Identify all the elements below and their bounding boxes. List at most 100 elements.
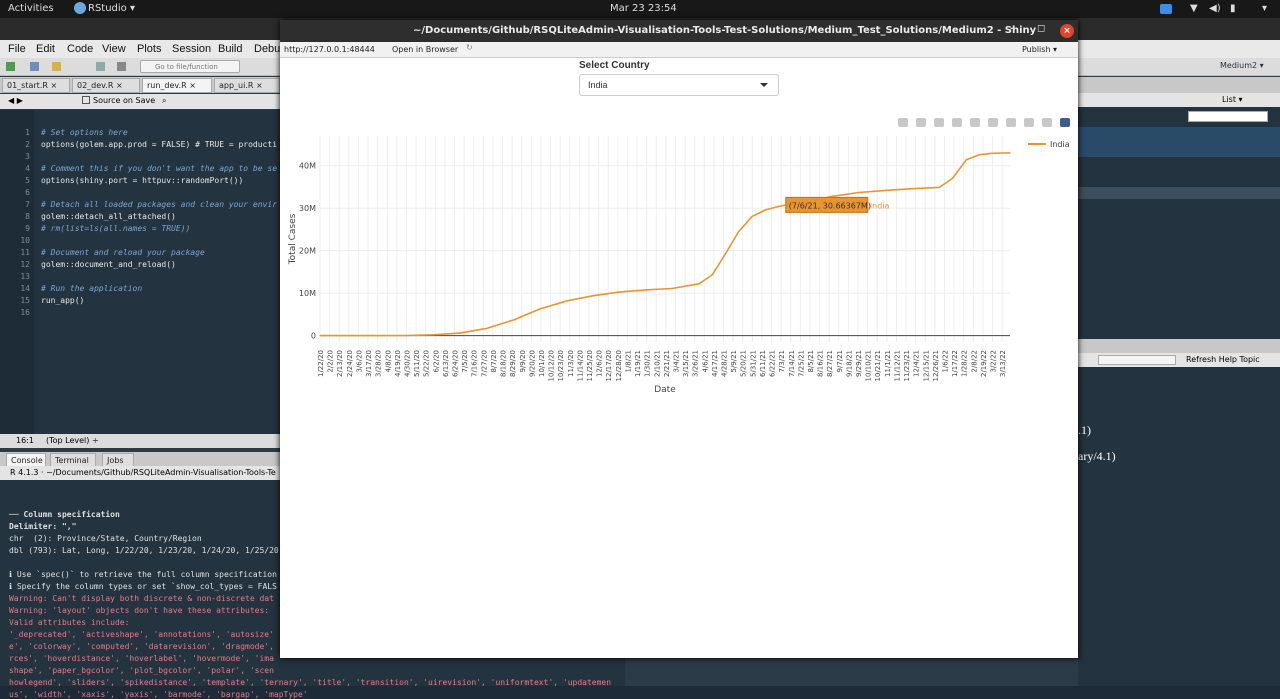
close-icon[interactable]: ×: [1060, 24, 1074, 38]
console-line: us', 'width', 'xaxis', 'yaxis', 'barmode…: [9, 690, 308, 699]
code-line[interactable]: options(shiny.port = httpuv::randomPort(…: [41, 176, 243, 185]
spike-lines-icon[interactable]: [1024, 118, 1034, 127]
help-search-input[interactable]: [1098, 355, 1176, 365]
code-editor[interactable]: 1 # Set options here 2 options(golem.app.pr…: [0, 110, 280, 434]
x-tick-label: 11/14/20: [576, 350, 584, 381]
app-menu[interactable]: RStudio ▾: [88, 3, 135, 14]
scope-selector[interactable]: (Top Level) ÷: [46, 436, 99, 445]
menu-edit[interactable]: Edit: [36, 43, 55, 55]
console-line: chr (2): Province/State, Country/Region: [9, 534, 202, 543]
x-tick-label: 5/11/20: [413, 350, 421, 377]
environment-toolbar: List ▾: [1078, 93, 1280, 107]
x-tick-label: 9/7/21: [836, 350, 844, 373]
new-file-icon[interactable]: [6, 62, 15, 71]
zoom-icon[interactable]: [916, 118, 926, 127]
code-line[interactable]: # Run the application: [41, 284, 142, 293]
refresh-help-button[interactable]: Refresh Help Topic: [1186, 355, 1260, 364]
volume-icon[interactable]: ◀): [1209, 3, 1221, 14]
country-select-label: Select Country: [579, 60, 650, 71]
code-line[interactable]: # Comment this if you don't want the app…: [41, 164, 277, 173]
print-icon[interactable]: [117, 62, 126, 71]
code-line[interactable]: run_app(): [41, 296, 84, 305]
dropbox-icon[interactable]: [1160, 4, 1172, 14]
data-point: [698, 283, 700, 285]
x-tick-label: 12/4/21: [913, 350, 921, 377]
data-point: [1001, 152, 1003, 154]
menu-plots[interactable]: Plots: [137, 43, 161, 55]
menu-build[interactable]: Build: [218, 43, 242, 55]
camera-icon[interactable]: [898, 118, 908, 127]
battery-icon[interactable]: ▮: [1230, 3, 1236, 14]
menu-session[interactable]: Session: [172, 43, 211, 55]
menu-code[interactable]: Code: [67, 43, 93, 55]
minimize-icon[interactable]: –: [1010, 23, 1015, 34]
shiny-window-titlebar: ~/Documents/Github/RSQLiteAdmin-Visualis…: [280, 20, 1078, 42]
refresh-icon[interactable]: ↻: [466, 43, 473, 52]
code-line[interactable]: options(golem.app.prod = FALSE) # TRUE =…: [41, 140, 277, 149]
country-select[interactable]: India: [579, 74, 779, 96]
data-point: [513, 319, 515, 321]
data-point: [405, 334, 408, 337]
x-tick-label: 10/10/21: [865, 350, 873, 381]
x-tick-label: 12/26/21: [932, 350, 940, 381]
new-project-icon[interactable]: [30, 62, 39, 71]
code-line[interactable]: # rm(list=ls(all.names = TRUE)): [41, 224, 190, 233]
tab-01-start[interactable]: 01_start.R ×: [2, 78, 70, 93]
wifi-icon[interactable]: ▼: [1190, 3, 1198, 14]
open-in-browser-button[interactable]: Open in Browser: [392, 45, 458, 54]
code-line[interactable]: golem::document_and_reload(): [41, 260, 176, 269]
data-point: [885, 189, 887, 191]
tab-02-dev[interactable]: 02_dev.R ×: [72, 78, 140, 93]
search-icon[interactable]: ⌕: [162, 96, 166, 106]
x-tick-label: 12/17/20: [605, 350, 613, 381]
publish-button[interactable]: Publish ▾: [1022, 45, 1057, 54]
x-tick-label: 8/18/20: [500, 350, 508, 377]
goto-file-input[interactable]: Go to file/function: [140, 60, 240, 73]
save-icon[interactable]: [96, 62, 105, 71]
menu-view[interactable]: View: [102, 43, 126, 55]
compare-hover-icon[interactable]: [1042, 118, 1052, 127]
plotly-logo-icon[interactable]: [1060, 118, 1070, 127]
data-point: [951, 177, 953, 180]
x-tick-label: 11/23/21: [903, 350, 911, 381]
x-tick-label: 8/7/20: [490, 350, 498, 373]
project-menu[interactable]: Medium2 ▾: [1220, 61, 1264, 70]
source-on-save-checkbox[interactable]: [82, 96, 90, 104]
country-select-value: India: [588, 80, 608, 90]
menu-file[interactable]: File: [8, 43, 26, 55]
open-file-icon[interactable]: [52, 62, 61, 71]
x-tick-label: 6/24/20: [452, 350, 460, 377]
reset-axes-icon[interactable]: [1006, 118, 1016, 127]
zoom-in-icon[interactable]: [952, 118, 962, 127]
system-top-bar: Activities RStudio ▾ Mar 23 23:54 ▼ ◀) ▮…: [0, 0, 1280, 18]
activities-button[interactable]: Activities: [8, 3, 54, 14]
console-line: e', 'colorway', 'computed', 'datarevisio…: [9, 642, 274, 651]
maximize-icon[interactable]: ◻: [1037, 23, 1045, 34]
tab-app-ui[interactable]: app_ui.R ×: [214, 78, 280, 93]
environment-search-input[interactable]: [1188, 111, 1268, 122]
back-forward-icon[interactable]: ◀ ▶: [8, 96, 23, 105]
x-tick-label: 6/22/21: [769, 350, 777, 377]
clock[interactable]: Mar 23 23:54: [610, 3, 677, 14]
autoscale-icon[interactable]: [988, 118, 998, 127]
y-tick-label: 30M: [299, 204, 316, 213]
list-view-toggle[interactable]: List ▾: [1222, 95, 1243, 104]
x-tick-label: 5/9/21: [730, 350, 738, 373]
viewer-url[interactable]: http://127.0.0.1:48444: [284, 45, 375, 54]
environment-row[interactable]: [1078, 127, 1280, 157]
pan-icon[interactable]: [934, 118, 944, 127]
cases-line-chart[interactable]: 0 10M 20M 30M 40M 1/22/20 2/2/20 2/13/20 2/24/20…: [280, 116, 1078, 456]
data-point: [832, 195, 834, 197]
code-line[interactable]: # Document and reload your package: [41, 248, 205, 257]
x-tick-label: 10/21/21: [874, 350, 882, 381]
line-number: 6: [25, 188, 30, 197]
power-menu-icon[interactable]: ▾: [1262, 3, 1267, 14]
code-line[interactable]: golem::detach_all_attached(): [41, 212, 176, 221]
code-line[interactable]: # Set options here: [41, 128, 128, 137]
x-tick-label: 12/28/20: [615, 350, 623, 381]
x-tick-label: 2/13/20: [336, 350, 344, 377]
code-line[interactable]: # Detach all loaded packages and clean y…: [41, 200, 277, 209]
x-tick-label: 4/30/20: [403, 350, 411, 377]
tab-run-dev[interactable]: run_dev.R ×: [142, 78, 212, 93]
zoom-out-icon[interactable]: [970, 118, 980, 127]
